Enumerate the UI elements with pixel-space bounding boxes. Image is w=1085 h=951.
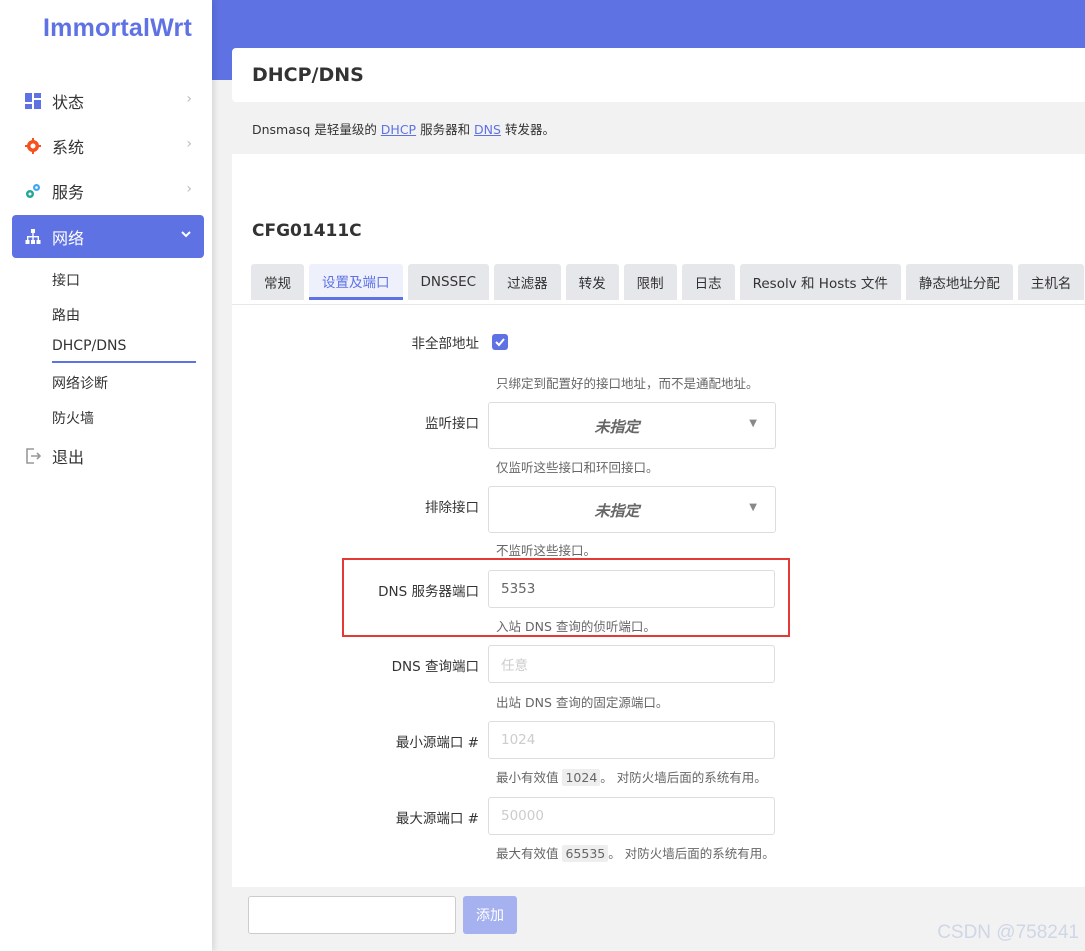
highlight-box [342,558,790,637]
logout-icon [24,447,42,465]
listen-interface-label: 监听接口 [425,416,479,432]
listen-interface-select[interactable]: 未指定 ▼ [488,402,776,449]
gear-icon [24,137,42,155]
hint-code: 65535 [562,845,609,862]
add-button[interactable]: 添加 [463,896,517,934]
tab-filters[interactable]: 过滤器 [494,264,561,300]
chevron-right-icon: › [186,91,192,107]
tab-hostnames[interactable]: 主机名 [1017,264,1085,300]
dropdown-arrow-icon: ▼ [749,418,757,429]
sidebar-item-services[interactable]: 服务 › [12,169,204,212]
dhcp-link[interactable]: DHCP [381,122,416,137]
chevron-right-icon: › [186,136,192,152]
select-value: 未指定 [594,418,640,436]
tab-limits[interactable]: 限制 [623,264,677,300]
sidebar-item-label: 系统 [52,137,85,157]
page-description: Dnsmasq 是轻量级的 DHCP 服务器和 DNS 转发器。 [252,119,555,138]
min-port-hint: 最小有效值 1024。 对防火墙后面的系统有用。 [496,767,767,786]
tab-bar: 常规 设置及端口 DNSSEC 过滤器 转发 限制 日志 Resolv 和 Ho… [251,264,1085,301]
subnav-dhcp-dns[interactable]: DHCP/DNS [52,338,126,354]
sidebar-item-status[interactable]: 状态 › [12,79,204,122]
chevron-right-icon: › [186,181,192,197]
hint-text: 。 对防火墙后面的系统有用。 [600,770,767,785]
nonwildcard-checkbox[interactable] [492,334,508,350]
max-port-hint: 最大有效值 65535。 对防火墙后面的系统有用。 [496,843,775,862]
tab-dnssec[interactable]: DNSSEC [407,264,490,300]
query-port-input[interactable]: 任意 [488,645,775,683]
sidebar-item-label: 状态 [52,92,85,112]
page-header: DHCP/DNS [232,48,1085,102]
description-text: 转发器。 [500,122,555,137]
max-port-label: 最大源端口 # [395,811,479,827]
tab-static-leases[interactable]: 静态地址分配 [905,264,1013,300]
section-title: CFG01411C [252,221,362,241]
page-title: DHCP/DNS [252,64,364,86]
nonwildcard-label: 非全部地址 [411,336,480,352]
sidebar-item-logout[interactable]: 退出 [12,434,204,477]
sidebar: ImmortalWrt 状态 › 系统 › 服务 › 网络 接口 路由 DHCP… [0,0,212,951]
max-port-input[interactable]: 50000 [488,797,775,835]
tab-forwards[interactable]: 转发 [565,264,619,300]
dashboard-icon [24,92,42,110]
sidebar-item-label: 退出 [52,447,85,467]
tab-log[interactable]: 日志 [681,264,735,300]
network-icon [24,228,42,246]
exclude-interface-select[interactable]: 未指定 ▼ [488,486,776,533]
active-subnav-indicator [52,361,196,363]
chevron-down-icon [180,225,192,244]
exclude-interface-hint: 不监听这些接口。 [496,543,597,558]
subnav-interfaces[interactable]: 接口 [52,270,80,290]
description-text: Dnsmasq 是轻量级的 [252,122,381,137]
min-port-input[interactable]: 1024 [488,721,775,759]
hint-code: 1024 [562,769,601,786]
sidebar-item-system[interactable]: 系统 › [12,124,204,167]
hint-text: 最大有效值 [496,846,563,861]
dropdown-arrow-icon: ▼ [749,502,757,513]
watermark: CSDN @758241 [937,922,1079,943]
query-port-label: DNS 查询端口 [391,659,479,675]
subnav-diagnostics[interactable]: 网络诊断 [52,373,108,393]
listen-interface-hint: 仅监听这些接口和环回接口。 [496,460,659,475]
hint-text: 最小有效值 [496,770,563,785]
min-port-label: 最小源端口 # [395,735,479,751]
brand-logo[interactable]: ImmortalWrt [43,14,192,43]
sidebar-item-network[interactable]: 网络 [12,215,204,258]
query-port-hint: 出站 DNS 查询的固定源端口。 [496,695,669,710]
tab-resolv-hosts[interactable]: Resolv 和 Hosts 文件 [739,264,901,300]
tab-general[interactable]: 常规 [251,264,304,300]
hint-text: 。 对防火墙后面的系统有用。 [608,846,775,861]
description-text: 服务器和 [416,122,475,137]
nonwildcard-hint: 只绑定到配置好的接口地址，而不是通配地址。 [496,376,759,391]
sidebar-item-label: 服务 [52,182,85,202]
add-name-input[interactable] [248,896,456,934]
sidebar-item-label: 网络 [52,228,85,248]
subnav-routes[interactable]: 路由 [52,305,80,325]
select-value: 未指定 [594,502,640,520]
exclude-interface-label: 排除接口 [425,500,479,516]
services-icon [24,182,42,200]
tab-settings-ports[interactable]: 设置及端口 [309,264,403,300]
tab-divider [232,304,1085,305]
subnav-firewall[interactable]: 防火墙 [52,408,94,428]
dns-link[interactable]: DNS [474,122,501,137]
checkmark-icon [495,338,505,347]
